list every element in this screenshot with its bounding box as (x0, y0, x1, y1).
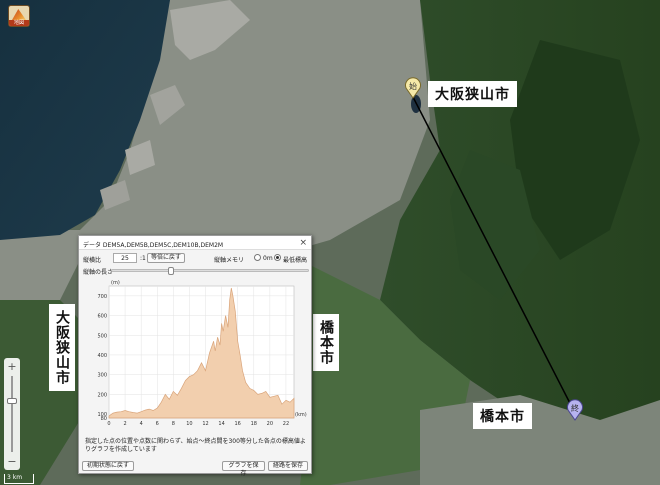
chart-y-tick-label: 300 (97, 373, 107, 379)
zero-radio[interactable] (254, 254, 261, 261)
chart-x-tick-label: 20 (267, 421, 273, 427)
elevation-chart: 801002003004005006007000 2 4 6 8 10 12 14 16 18 20… (97, 280, 307, 427)
chart-x-tick-label: 18 (251, 421, 257, 427)
initial-state-button[interactable]: 初期状態に戻す (82, 461, 134, 471)
dialog-title: データ DEM5A,DEM5B,DEM5C,DEM10B,DEM2M (83, 242, 224, 249)
zoom-in-button[interactable]: + (4, 360, 20, 374)
zero-radio-label: 0m (263, 255, 273, 262)
ratio-label: 縦横比 (83, 257, 102, 264)
end-marker-text: 終 (571, 403, 579, 413)
axis-length-slider[interactable] (111, 267, 309, 275)
chart-x-tick-label: 0 (107, 421, 110, 427)
ratio-row: 縦横比 25 :1 等倍に戻す 縦軸メモリ 0m 最低標高 (83, 253, 309, 264)
chart-x-tick-label: 8 (172, 421, 175, 427)
chart-y-tick-label: 100 (97, 412, 107, 418)
zoom-control: + − (4, 358, 20, 470)
right-city-label: 橋本市 (313, 314, 339, 371)
chart-y-tick-label: 600 (97, 314, 107, 320)
scale-bar: 3 km (4, 474, 34, 484)
save-route-button[interactable]: 経路を保存 (268, 461, 308, 471)
start-pin-icon: 始 (405, 77, 421, 99)
min-elevation-label: 最低標高 (283, 257, 308, 264)
chart-x-axis-label: (km) (295, 412, 307, 418)
chart-x-tick-label: 22 (283, 421, 289, 427)
min-elevation-radio[interactable] (274, 254, 281, 261)
ratio-suffix: :1 (140, 255, 146, 262)
chart-x-tick-label: 4 (140, 421, 143, 427)
chart-x-tick-label: 2 (123, 421, 126, 427)
chart-note: 指定した点の位置や点数に関わらず、始点〜終点間を300等分した各点の標高値よりグ… (85, 438, 306, 453)
chart-x-tick-label: 14 (218, 421, 224, 427)
chart-y-tick-label: 700 (97, 294, 107, 300)
chart-x-tick-label: 12 (202, 421, 208, 427)
start-marker-text: 始 (409, 81, 417, 91)
chart-y-axis-label: (m) (111, 280, 120, 286)
reset-ratio-button[interactable]: 等倍に戻す (147, 253, 186, 263)
end-city-label: 橋本市 (473, 403, 532, 429)
chart-x-tick-label: 10 (186, 421, 192, 427)
chart-x-tick-label: 6 (156, 421, 159, 427)
axis-length-label: 縦軸の長さ (83, 269, 114, 276)
start-city-label: 大阪狭山市 (428, 81, 517, 107)
memo-label: 縦軸メモリ (214, 257, 245, 264)
close-icon[interactable]: × (299, 238, 307, 248)
flame-icon (12, 9, 26, 20)
end-marker[interactable]: 終 (566, 399, 584, 421)
axis-length-row: 縦軸の長さ (83, 266, 309, 276)
ratio-input[interactable]: 25 (113, 253, 137, 263)
chart-x-tick-label: 16 (235, 421, 241, 427)
end-pin-icon: 終 (567, 399, 583, 421)
chart-y-tick-label: 500 (97, 333, 107, 339)
start-marker[interactable]: 始 (404, 77, 422, 99)
left-city-label: 大阪狭山市 (49, 304, 75, 391)
zoom-slider-handle[interactable] (7, 398, 17, 404)
save-graph-button[interactable]: グラフを保存 (222, 461, 265, 477)
axis-length-slider-handle[interactable] (168, 267, 174, 275)
zoom-track[interactable] (11, 376, 13, 452)
app-icon-text: 地図 (9, 20, 29, 26)
chart-y-tick-label: 400 (97, 353, 107, 359)
dialog-titlebar[interactable]: データ DEM5A,DEM5B,DEM5C,DEM10B,DEM2M × (79, 236, 311, 250)
app-icon[interactable]: 地図 (8, 5, 30, 27)
zoom-out-button[interactable]: − (4, 455, 20, 469)
elevation-profile-dialog: データ DEM5A,DEM5B,DEM5C,DEM10B,DEM2M × 縦横比… (78, 235, 312, 477)
chart-y-tick-label: 200 (97, 392, 107, 398)
